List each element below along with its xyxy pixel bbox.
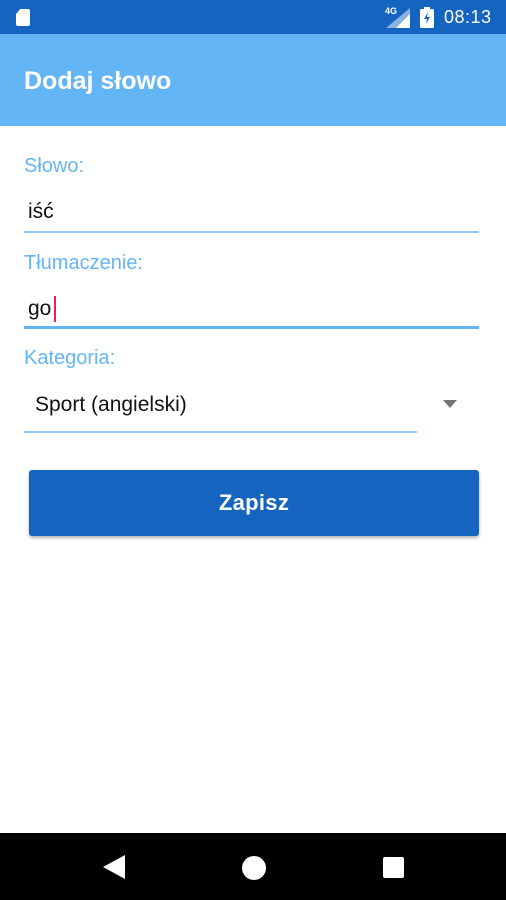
- word-underline: [24, 231, 479, 233]
- word-input[interactable]: [24, 190, 479, 234]
- category-underline: [24, 431, 417, 433]
- word-label: Słowo:: [24, 155, 85, 177]
- category-label: Kategoria:: [24, 347, 116, 369]
- translation-label: Tłumaczenie:: [24, 252, 143, 274]
- text-cursor: [54, 296, 56, 322]
- sd-card-icon: [16, 9, 30, 26]
- status-bar: 4G 08:13: [0, 0, 506, 34]
- translation-input[interactable]: [24, 287, 479, 331]
- translation-underline: [24, 326, 479, 329]
- home-icon[interactable]: [242, 856, 266, 880]
- app-bar: Dodaj słowo: [0, 34, 506, 126]
- back-icon[interactable]: [103, 855, 125, 879]
- recent-apps-icon[interactable]: [383, 857, 404, 878]
- signal-icon: [386, 8, 410, 28]
- dropdown-arrow-icon[interactable]: [443, 400, 457, 408]
- clock: 08:13: [444, 7, 492, 27]
- category-selected-value[interactable]: Sport (angielski): [35, 393, 187, 417]
- navigation-bar: [0, 833, 506, 900]
- save-button[interactable]: Zapisz: [29, 470, 479, 536]
- battery-charging-icon: [420, 7, 434, 28]
- page-title: Dodaj słowo: [24, 67, 172, 95]
